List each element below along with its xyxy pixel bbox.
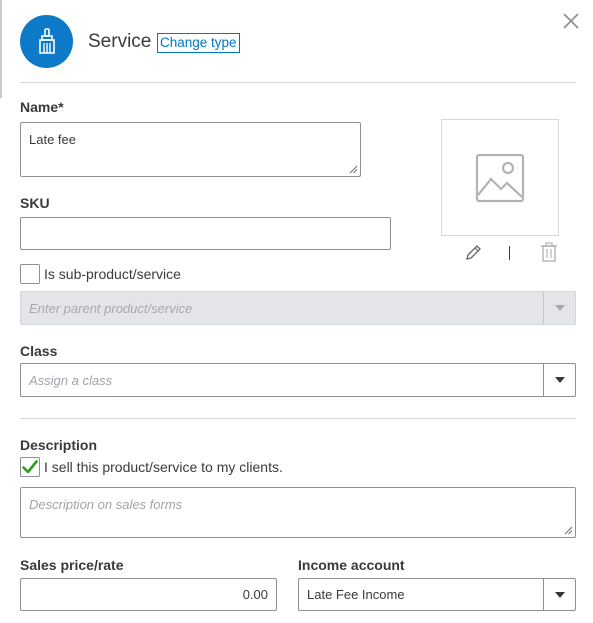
chevron-down-icon (554, 377, 565, 383)
sku-label: SKU (20, 195, 50, 211)
sub-product-checkbox[interactable] (20, 264, 40, 284)
name-value: Late fee (29, 132, 76, 147)
income-account-label: Income account (298, 557, 405, 573)
resize-grip-icon[interactable] (564, 526, 573, 535)
class-dropdown-button[interactable] (543, 364, 575, 396)
paint-brush-icon (38, 27, 55, 54)
header-divider (20, 82, 576, 83)
sell-checkbox-label: I sell this product/service to my client… (44, 459, 283, 475)
sales-description-field[interactable]: Description on sales forms (20, 487, 576, 538)
action-separator (509, 246, 510, 260)
checkmark-icon (22, 460, 38, 474)
income-account-select[interactable]: Late Fee Income (298, 578, 576, 611)
pencil-icon[interactable] (464, 244, 484, 262)
parent-product-placeholder: Enter parent product/service (29, 300, 193, 316)
chevron-down-icon (554, 305, 565, 311)
sales-price-input[interactable]: 0.00 (20, 578, 277, 611)
sub-product-label: Is sub-product/service (44, 266, 181, 282)
service-avatar (20, 15, 73, 68)
income-account-value: Late Fee Income (307, 587, 405, 602)
sell-checkbox[interactable] (20, 457, 40, 477)
sales-price-label: Sales price/rate (20, 557, 124, 573)
description-label: Description (20, 437, 98, 453)
class-select[interactable]: Assign a class (20, 363, 576, 397)
product-image-upload[interactable] (441, 119, 559, 236)
panel-left-edge (0, 0, 2, 98)
item-type-title: Service (88, 31, 152, 52)
sku-input[interactable] (20, 217, 391, 250)
class-label: Class (20, 343, 58, 359)
parent-product-dropdown (543, 292, 575, 324)
resize-grip-icon[interactable] (349, 165, 358, 174)
image-placeholder-icon (475, 153, 525, 202)
name-label: Name* (20, 99, 64, 115)
income-account-dropdown-button[interactable] (543, 579, 575, 610)
change-type-link[interactable]: Change type (157, 33, 240, 53)
class-placeholder: Assign a class (29, 372, 113, 388)
image-actions (464, 242, 560, 264)
name-field[interactable]: Late fee (20, 122, 361, 177)
chevron-down-icon (554, 591, 565, 598)
trash-icon[interactable] (540, 242, 558, 262)
sales-description-placeholder: Description on sales forms (29, 497, 183, 512)
close-icon (563, 13, 579, 29)
parent-product-select: Enter parent product/service (20, 291, 576, 325)
close-button[interactable] (560, 10, 582, 32)
section-divider (20, 418, 576, 419)
